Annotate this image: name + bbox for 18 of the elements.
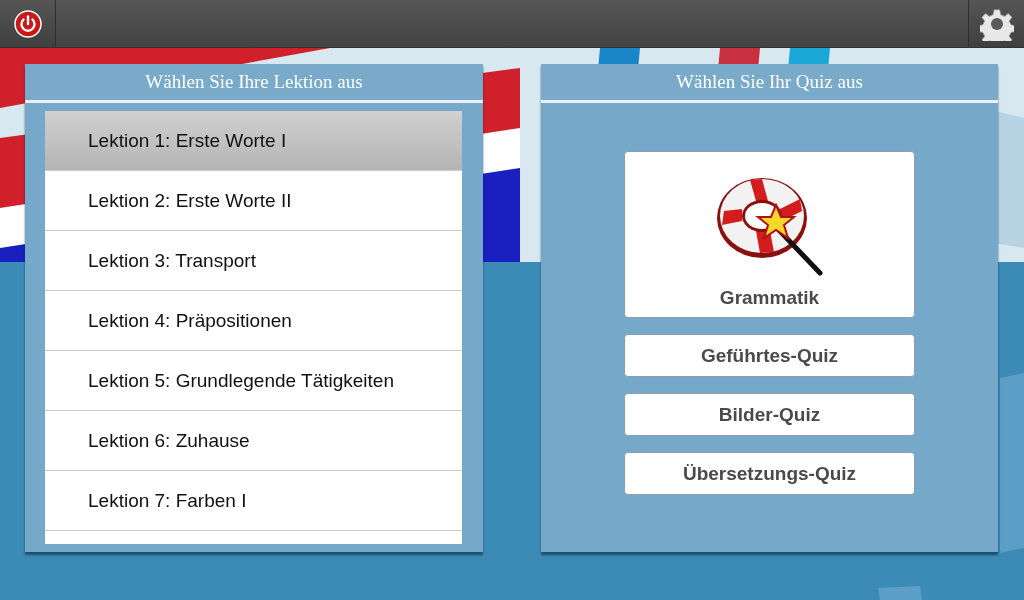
lesson-item[interactable]: Lektion 7: Farben I (45, 471, 462, 531)
lesson-item[interactable]: Lektion 2: Erste Worte II (45, 171, 462, 231)
lesson-item[interactable]: Lektion 4: Präpositionen (45, 291, 462, 351)
settings-button[interactable] (968, 0, 1024, 47)
lesson-item[interactable]: Lektion 5: Grundlegende Tätigkeiten (45, 351, 462, 411)
lesson-item[interactable]: Lektion 3: Transport (45, 231, 462, 291)
background-shape (878, 586, 922, 600)
quiz-button[interactable]: Bilder-Quiz (624, 393, 915, 436)
lesson-item[interactable]: Lektion 1: Erste Worte I (45, 111, 462, 171)
power-icon (13, 9, 42, 38)
quiz-button[interactable]: Übersetzungs-Quiz (624, 452, 915, 495)
panel-title: Wählen Sie Ihre Lektion aus (25, 64, 483, 103)
quiz-button[interactable]: Grammatik (624, 151, 915, 318)
settings-icon (979, 6, 1014, 41)
panel-title: Wählen Sie Ihr Quiz aus (541, 64, 998, 103)
power-button[interactable] (0, 0, 56, 47)
lesson-item[interactable]: Lektion 6: Zuhause (45, 411, 462, 471)
quiz-button[interactable]: Geführtes-Quiz (624, 334, 915, 377)
